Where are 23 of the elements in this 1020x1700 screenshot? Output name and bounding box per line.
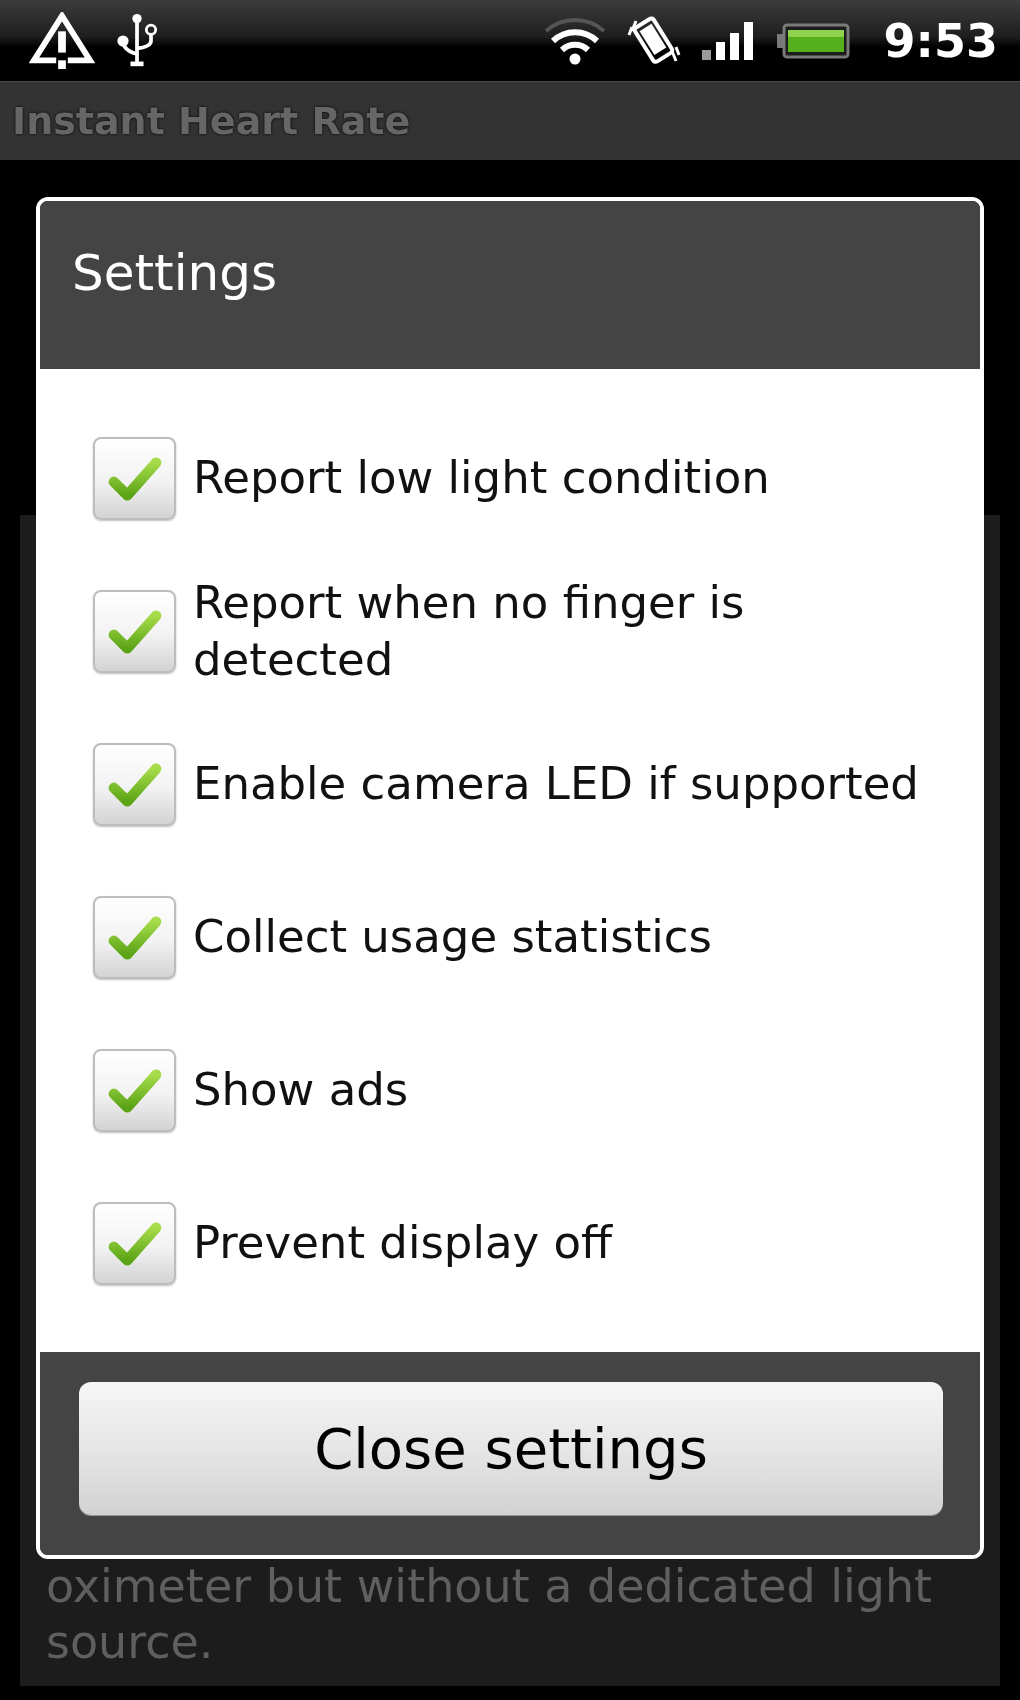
battery-icon — [775, 22, 850, 59]
checkbox[interactable] — [93, 437, 176, 520]
dialog-title: Settings — [72, 245, 278, 301]
close-settings-button[interactable]: Close settings — [79, 1382, 943, 1515]
wifi-icon — [543, 16, 606, 65]
warning-icon — [29, 11, 95, 70]
vibrate-icon — [625, 14, 682, 67]
checkbox[interactable] — [93, 896, 176, 979]
option-label: Enable camera LED if supported — [193, 756, 919, 813]
option-label: Show ads — [193, 1062, 409, 1119]
description-text: source. — [46, 1614, 215, 1670]
clock-time: 9:53 — [883, 17, 998, 64]
option-label: Report when no finger is detected — [193, 575, 746, 688]
description-text: oximeter but without a dedicated light — [46, 1558, 934, 1614]
checkbox[interactable] — [93, 1049, 176, 1132]
option-label: Prevent display off — [193, 1215, 612, 1272]
checkbox[interactable] — [93, 1202, 176, 1285]
checkbox[interactable] — [93, 743, 176, 826]
usb-icon — [115, 12, 159, 69]
option-label: Report low light condition — [193, 450, 770, 507]
signal-icon — [701, 21, 756, 60]
checkbox[interactable] — [93, 590, 176, 673]
option-label: Collect usage statistics — [193, 909, 713, 966]
